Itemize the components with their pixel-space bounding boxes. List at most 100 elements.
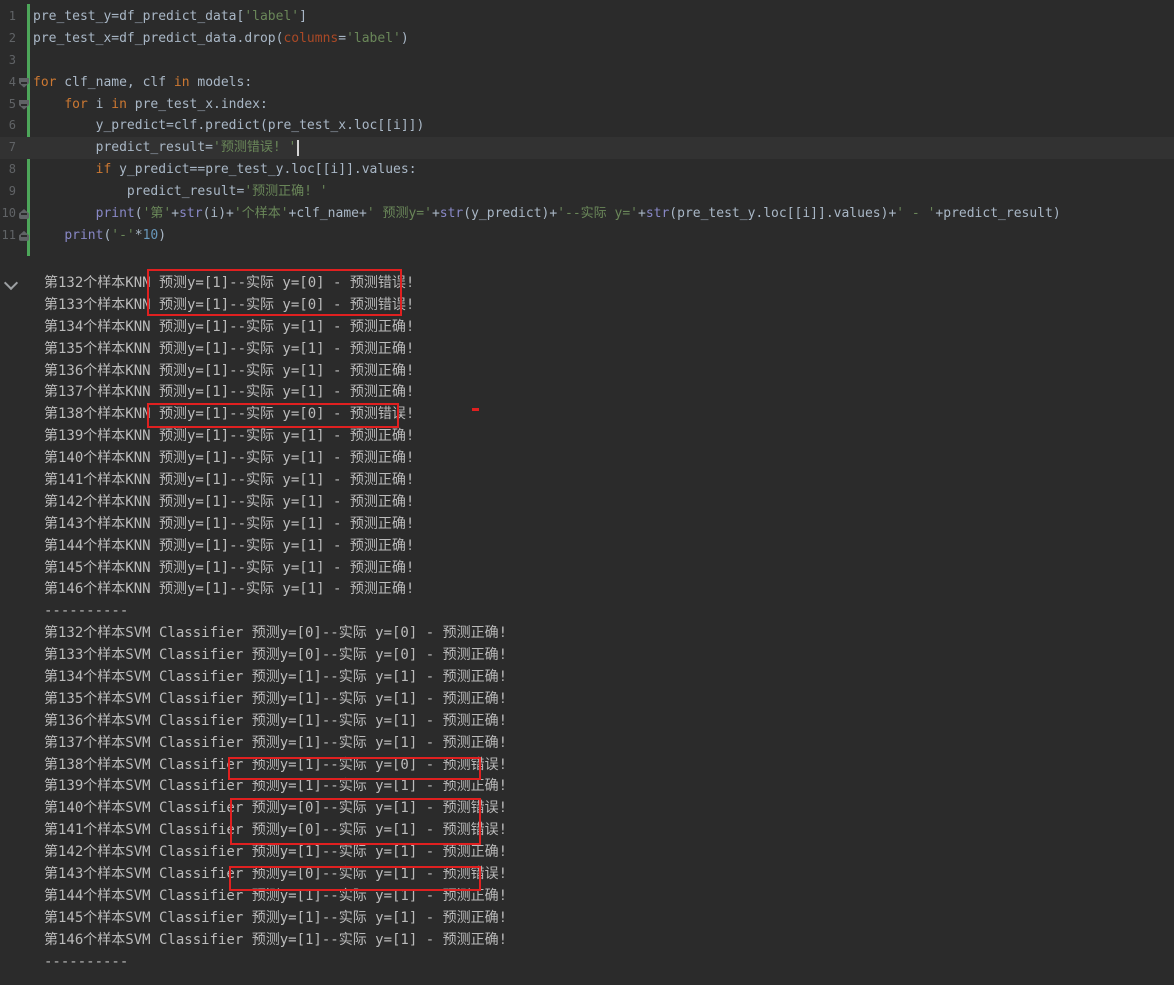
console-output-line: 第140个样本KNN 预测y=[1]--实际 y=[1] - 预测正确!: [0, 448, 1174, 470]
console-output-line: 第146个样本KNN 预测y=[1]--实际 y=[1] - 预测正确!: [0, 579, 1174, 601]
code-text[interactable]: predict_result='预测正确! ': [33, 181, 328, 203]
fold-expand-icon[interactable]: [19, 100, 29, 110]
code-token: '第': [143, 206, 172, 221]
annotation-red-box: [147, 403, 399, 428]
run-console-output[interactable]: 第132个样本KNN 预测y=[1]--实际 y=[0] - 预测错误!第133…: [0, 273, 1174, 974]
code-text[interactable]: if y_predict==pre_test_y.loc[[i]].values…: [33, 159, 417, 181]
gutter-fold-column: [16, 72, 33, 94]
code-text[interactable]: print('第'+str(i)+'个样本'+clf_name+' 预测y='+…: [33, 203, 1061, 225]
code-editor[interactable]: 1pre_test_y=df_predict_data['label']2pre…: [0, 0, 1174, 247]
code-line[interactable]: 2pre_test_x=df_predict_data.drop(columns…: [0, 28, 1174, 50]
code-token: ): [158, 228, 166, 243]
annotation-red-box: [229, 866, 481, 891]
code-line[interactable]: 8 if y_predict==pre_test_y.loc[[i]].valu…: [0, 159, 1174, 181]
console-output-line: 第145个样本KNN 预测y=[1]--实际 y=[1] - 预测正确!: [0, 558, 1174, 580]
code-token: (pre_test_y.loc[[i]].values)+: [669, 206, 896, 221]
console-output-line: 第143个样本SVM Classifier 预测y=[0]--实际 y=[1] …: [0, 864, 1174, 886]
code-line[interactable]: 5 for i in pre_test_x.index:: [0, 94, 1174, 116]
code-token: [33, 228, 64, 243]
console-lines: 第132个样本KNN 预测y=[1]--实际 y=[0] - 预测错误!第133…: [0, 273, 1174, 974]
code-token: +: [638, 206, 646, 221]
fold-end-icon[interactable]: [19, 231, 29, 241]
code-token: columns: [283, 31, 338, 46]
fold-minus-glyph: [21, 82, 27, 84]
console-output-line: 第141个样本SVM Classifier 预测y=[0]--实际 y=[1] …: [0, 820, 1174, 842]
code-token: (: [135, 206, 143, 221]
code-token: predict_result=: [33, 140, 213, 155]
code-line[interactable]: 4for clf_name, clf in models:: [0, 72, 1174, 94]
fold-expand-icon[interactable]: [19, 78, 29, 88]
code-token: pre_test_y=df_predict_data[: [33, 9, 244, 24]
gutter-fold-column: [16, 28, 33, 50]
line-number: 9: [0, 181, 16, 203]
console-output-line: 第135个样本KNN 预测y=[1]--实际 y=[1] - 预测正确!: [0, 339, 1174, 361]
code-token: i: [88, 97, 111, 112]
annotation-red-box: [230, 798, 481, 845]
code-token: for: [33, 75, 56, 90]
code-token: clf_name, clf: [56, 75, 173, 90]
fold-minus-glyph: [21, 213, 27, 215]
code-token: +clf_name+: [289, 206, 367, 221]
fold-end-icon[interactable]: [19, 209, 29, 219]
code-token: '预测正确! ': [244, 184, 327, 199]
code-token: +: [432, 206, 440, 221]
console-output-line: 第143个样本KNN 预测y=[1]--实际 y=[1] - 预测正确!: [0, 514, 1174, 536]
code-text[interactable]: pre_test_y=df_predict_data['label']: [33, 6, 307, 28]
code-token: in: [174, 75, 190, 90]
code-token: '--实际 y=': [557, 206, 638, 221]
gutter-fold-column: [16, 6, 33, 28]
code-token: print: [96, 206, 135, 221]
code-text[interactable]: print('-'*10): [33, 225, 166, 247]
code-token: =: [338, 31, 346, 46]
console-output-line: 第138个样本SVM Classifier 预测y=[1]--实际 y=[0] …: [0, 755, 1174, 777]
code-text[interactable]: for clf_name, clf in models:: [33, 72, 252, 94]
code-token: '-': [111, 228, 134, 243]
code-line[interactable]: 11 print('-'*10): [0, 225, 1174, 247]
gutter-fold-column: [16, 159, 33, 181]
line-number: 5: [0, 94, 16, 116]
code-text[interactable]: pre_test_x=df_predict_data.drop(columns=…: [33, 28, 409, 50]
gutter-fold-column: [16, 50, 33, 72]
line-number: 1: [0, 6, 16, 28]
code-text[interactable]: y_predict=clf.predict(pre_test_x.loc[[i]…: [33, 115, 424, 137]
code-token: predict_result=: [33, 184, 244, 199]
console-output-line: 第146个样本SVM Classifier 预测y=[1]--实际 y=[1] …: [0, 930, 1174, 952]
annotation-red-box: [147, 269, 402, 316]
code-token: 'label': [346, 31, 401, 46]
code-text[interactable]: for i in pre_test_x.index:: [33, 94, 268, 116]
gutter-fold-column: [16, 181, 33, 203]
code-line[interactable]: 10 print('第'+str(i)+'个样本'+clf_name+' 预测y…: [0, 203, 1174, 225]
code-token: in: [111, 97, 127, 112]
code-line[interactable]: 7 predict_result='预测错误! ': [0, 137, 1174, 159]
fold-minus-glyph: [21, 104, 27, 106]
code-token: ]: [299, 9, 307, 24]
code-line[interactable]: 6 y_predict=clf.predict(pre_test_x.loc[[…: [0, 115, 1174, 137]
console-output-line: 第139个样本SVM Classifier 预测y=[1]--实际 y=[1] …: [0, 776, 1174, 798]
gutter-fold-column: [16, 137, 33, 159]
editor-lines: 1pre_test_y=df_predict_data['label']2pre…: [0, 6, 1174, 247]
code-token: pre_test_x.index:: [127, 97, 268, 112]
code-token: [33, 206, 96, 221]
console-output-line: 第133个样本SVM Classifier 预测y=[0]--实际 y=[0] …: [0, 645, 1174, 667]
gutter-fold-column: [16, 94, 33, 116]
gutter-fold-column: [16, 203, 33, 225]
code-line[interactable]: 1 pre_test_y=df_predict_data['label']: [0, 6, 1174, 28]
console-output-line: 第141个样本KNN 预测y=[1]--实际 y=[1] - 预测正确!: [0, 470, 1174, 492]
console-output-line: 第144个样本KNN 预测y=[1]--实际 y=[1] - 预测正确!: [0, 536, 1174, 558]
gutter-fold-column: [16, 115, 33, 137]
line-number: 8: [0, 159, 16, 181]
code-line[interactable]: 9 predict_result='预测正确! ': [0, 181, 1174, 203]
code-token: models:: [190, 75, 253, 90]
console-output-line: 第140个样本SVM Classifier 预测y=[0]--实际 y=[1] …: [0, 798, 1174, 820]
console-output-line: 第136个样本KNN 预测y=[1]--实际 y=[1] - 预测正确!: [0, 361, 1174, 383]
code-token: pre_test_x=df_predict_data.drop(: [33, 31, 283, 46]
code-token: str: [179, 206, 202, 221]
fold-minus-glyph: [21, 235, 27, 237]
code-token: y_predict=clf.predict(pre_test_x.loc[[i]…: [33, 118, 424, 133]
annotation-red-dash: [472, 408, 479, 411]
code-text[interactable]: predict_result='预测错误! ': [33, 137, 299, 159]
line-number: 7: [0, 137, 16, 159]
code-token: 10: [143, 228, 159, 243]
code-line[interactable]: 3: [0, 50, 1174, 72]
code-token: '预测错误! ': [213, 140, 296, 155]
